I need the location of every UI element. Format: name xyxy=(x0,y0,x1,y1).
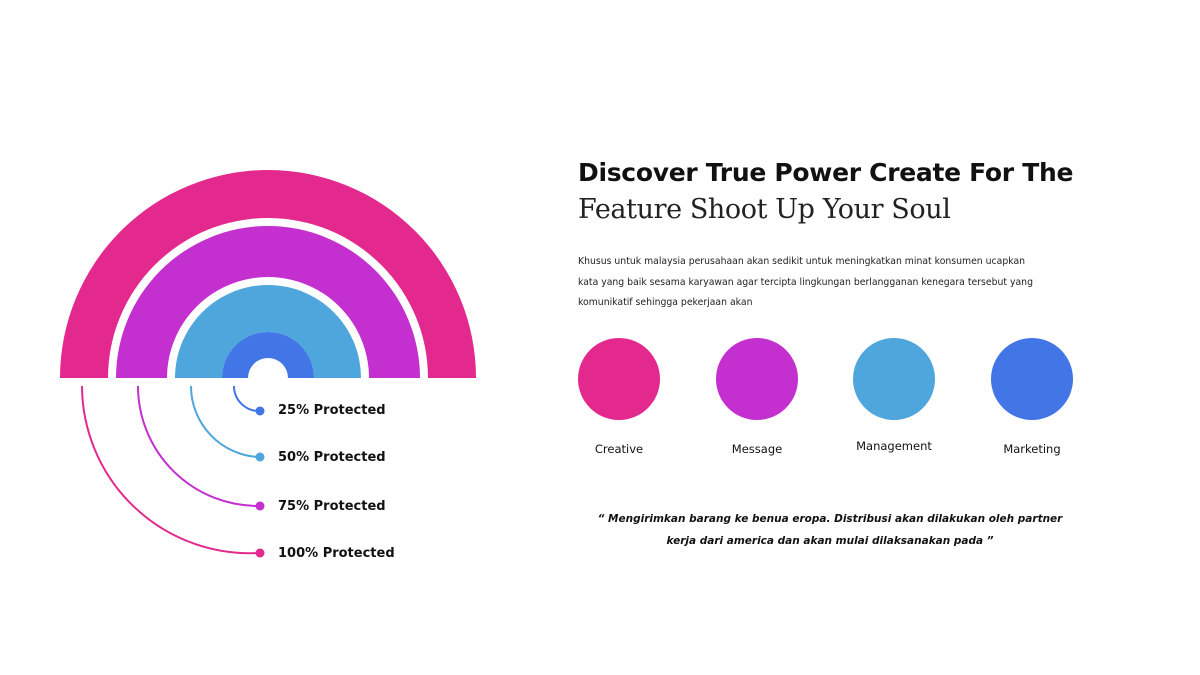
creative-circle xyxy=(578,338,660,420)
connector-dot-100-percent xyxy=(255,548,265,558)
legend-label-25-percent: 25% Protected xyxy=(278,403,386,418)
connector-dot-25-percent xyxy=(255,406,265,416)
connector-dot-75-percent xyxy=(255,501,265,511)
management-circle xyxy=(853,338,935,420)
marketing-circle xyxy=(991,338,1073,420)
legend-label-100-percent: 100% Protected xyxy=(278,546,395,561)
message-label: Message xyxy=(731,442,783,456)
connector-line-100-percent xyxy=(81,385,260,555)
connector-dot-50-percent xyxy=(255,452,265,462)
legend-label-75-percent: 75% Protected xyxy=(278,499,386,514)
legend-label-50-percent: 50% Protected xyxy=(278,450,386,465)
connector-line-25-percent xyxy=(233,385,260,412)
management-label: Management xyxy=(856,439,932,453)
quote-text: “ Mengirimkan barang ke benua eropa. Dis… xyxy=(597,513,1063,547)
connector-line-50-percent xyxy=(189,385,260,458)
marketing-label: Marketing xyxy=(1003,442,1061,456)
protection-rainbow-diagram xyxy=(60,170,476,558)
message-circle xyxy=(716,338,798,420)
headline-bold: Discover True Power Create For The xyxy=(578,158,1074,187)
creative-label: Creative xyxy=(594,442,644,456)
headline-serif: Feature Shoot Up Your Soul xyxy=(578,194,951,225)
body-paragraph: Khusus untuk malaysia perusahaan akan se… xyxy=(578,256,1033,308)
